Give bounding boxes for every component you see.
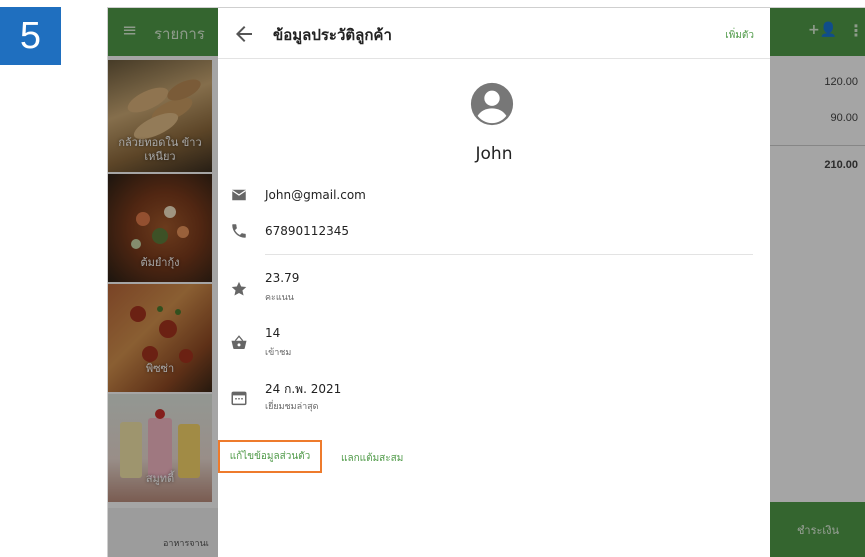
- back-arrow-icon[interactable]: [232, 22, 256, 46]
- phone-icon: [232, 224, 246, 238]
- customer-phone: 67890112345: [265, 224, 349, 238]
- points-label: คะแนน: [265, 293, 294, 303]
- step-badge: 5: [0, 7, 61, 65]
- edit-profile-button[interactable]: แก้ไขข้อมูลส่วนตัว: [218, 440, 322, 473]
- star-icon: [231, 281, 247, 296]
- info-divider: [265, 254, 753, 255]
- header-divider: [218, 58, 770, 59]
- visits-label: เข้าชม: [265, 348, 292, 358]
- app-screenshot: ≡ รายการ กล้วยทอดใน ข้าวเหนียว ต้มยำกุ้ง…: [107, 7, 865, 557]
- points-value: 23.79: [265, 271, 300, 285]
- last-visit-label: เยี่ยมชมล่าสุด: [265, 402, 319, 412]
- calendar-icon: [231, 391, 247, 406]
- customer-name: John: [475, 144, 513, 164]
- redeem-points-button[interactable]: แลกแต้มสะสม: [341, 451, 403, 466]
- add-customer-button[interactable]: เพิ่มตัว: [725, 28, 754, 43]
- customer-email: John@gmail.com: [265, 188, 366, 202]
- customer-profile-dialog: ข้อมูลประวัติลูกค้า เพิ่มตัว John John@g…: [218, 8, 770, 557]
- account-circle-icon: [470, 82, 514, 126]
- last-visit-value: 24 ก.พ. 2021: [265, 382, 342, 396]
- dialog-title: ข้อมูลประวัติลูกค้า: [273, 26, 392, 44]
- shopping-basket-icon: [231, 335, 247, 349]
- visits-value: 14: [265, 326, 281, 340]
- email-icon: [231, 189, 247, 201]
